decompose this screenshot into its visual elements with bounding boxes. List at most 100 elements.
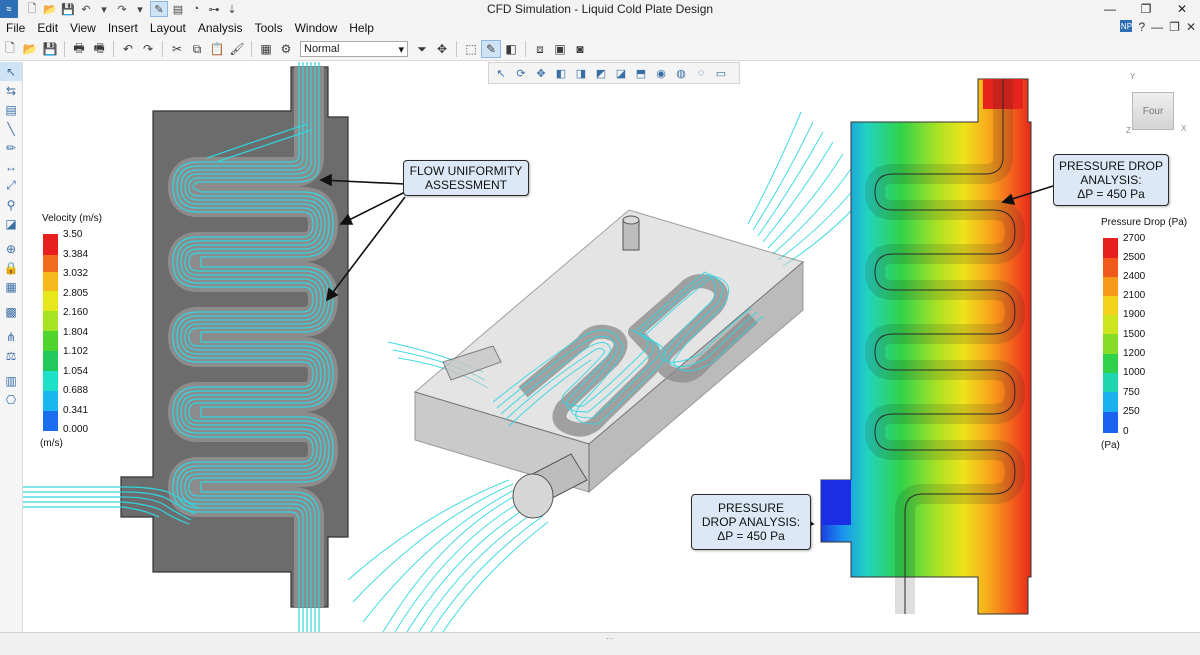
adjust-icon[interactable]: ⚖ [0,346,22,365]
minimize-button[interactable]: — [1092,0,1128,18]
new-file-icon[interactable]: 🗋 [24,2,40,16]
open-folder-icon[interactable]: 📂 [42,2,58,16]
sketch-tool-icon[interactable]: ✎ [150,1,168,17]
network-icon[interactable]: ⋔ [0,327,22,346]
pencil-icon[interactable]: ✏ [0,138,22,157]
display-style-icon[interactable]: ◉ [651,64,671,82]
view-settings-icon[interactable]: ▭ [711,64,731,82]
doc-minimize-icon[interactable]: — [1151,20,1163,34]
view-settings-icon[interactable]: ◙ [570,40,590,58]
appearance-icon[interactable]: ◍ [671,64,691,82]
save-icon[interactable]: 💾 [40,40,60,58]
dimension-icon[interactable]: ↔ [0,157,22,176]
undo-dropdown-icon[interactable]: ▾ [96,2,112,16]
insert-object-icon[interactable]: ⬚ [461,40,481,58]
select-arrow-icon[interactable]: ↖ [0,62,22,81]
close-button[interactable]: ✕ [1164,0,1200,18]
callout-line: FLOW UNIFORMITY [409,164,523,178]
plane-icon[interactable]: ◪ [0,214,22,233]
render-icon[interactable]: ◧ [501,40,521,58]
redo-icon[interactable]: ↷ [138,40,158,58]
report-icon[interactable]: ▥ [0,371,22,390]
view-iso-icon[interactable]: ◪ [611,64,631,82]
menu-bar: File Edit View Insert Layout Analysis To… [0,18,1200,38]
navigation-cube[interactable]: Y X Z Four [1098,72,1186,142]
view-side-icon[interactable]: ◩ [591,64,611,82]
redo-icon[interactable]: ↷ [114,2,130,16]
redo-dropdown-icon[interactable]: ▾ [132,2,148,16]
chart-icon[interactable]: ◔ [188,2,204,16]
measure-icon[interactable]: ⊕ [0,239,22,258]
settings-gear-icon[interactable]: ⚙ [276,40,296,58]
save-icon[interactable]: 💾 [60,2,76,16]
grid-icon[interactable]: ▣ [550,40,570,58]
graphics-viewport[interactable]: Velocity (m/s) 3.50 3.384 3.032 2.805 2.… [23,62,1200,632]
select-arrow-icon[interactable]: ↖ [491,64,511,82]
customize-dropdown-icon[interactable]: ⇣ [224,2,240,16]
toolbar-separator [162,41,163,57]
view-front-icon[interactable]: ◧ [551,64,571,82]
velocity-band [43,331,58,351]
menu-window[interactable]: Window [289,21,344,35]
menu-right-controls: NP ? — ❐ ✕ [1120,20,1196,34]
pointer-tool-icon[interactable]: ✥ [432,40,452,58]
cut-icon[interactable]: ✂ [167,40,187,58]
style-dropdown[interactable]: Normal ▾ [300,41,408,57]
doc-close-icon[interactable]: ✕ [1186,20,1196,34]
window-controls: — ❐ ✕ [1092,0,1200,18]
open-icon[interactable]: 📂 [20,40,40,58]
pressure-legend-label: 1500 [1123,329,1146,340]
sketch-mode-icon[interactable]: ✎ [481,40,501,58]
properties-icon[interactable]: ▦ [256,40,276,58]
menu-layout[interactable]: Layout [144,21,192,35]
box-select-icon[interactable]: ▤ [0,100,22,119]
pressure-legend-label: 2400 [1123,271,1146,282]
line-tool-icon[interactable]: ╲ [0,119,22,138]
maximize-button[interactable]: ❐ [1128,0,1164,18]
filter-icon[interactable]: ⏷ [412,40,432,58]
new-icon[interactable]: 🗋 [0,40,20,58]
rotate-view-icon[interactable]: ⟳ [511,64,531,82]
menu-insert[interactable]: Insert [102,21,144,35]
menu-file[interactable]: File [0,21,31,35]
undo-icon[interactable]: ↶ [78,2,94,16]
mesh-icon[interactable]: ▦ [0,277,22,296]
copy-icon[interactable]: ⧉ [187,40,207,58]
share-icon[interactable]: ⎔ [0,390,22,409]
connection-icon[interactable]: ⊶ [206,2,222,16]
callout-line: PRESSURE [717,501,785,515]
pressure-band [1103,296,1118,315]
report-icon[interactable]: ▤ [170,2,186,16]
app-logo-icon[interactable]: ≈ [0,0,18,18]
title-bar: ≈ 🗋 📂 💾 ↶ ▾ ↷ ▾ ✎ ▤ ◔ ⊶ ⇣ CFD Simulation… [0,0,1200,18]
format-painter-icon[interactable]: 🖌 [227,40,247,58]
pan-view-icon[interactable]: ✥ [531,64,551,82]
doc-restore-icon[interactable]: ❐ [1169,20,1180,34]
image-icon[interactable]: ▩ [0,302,22,321]
chevron-down-icon: ▾ [398,43,404,56]
callout-line: ΔP = 450 Pa [717,529,785,543]
section-view-icon[interactable]: ⬒ [631,64,651,82]
lock-icon[interactable]: 🔒 [0,258,22,277]
menu-view[interactable]: View [64,21,102,35]
probe-icon[interactable]: ⚲ [0,195,22,214]
menu-tools[interactable]: Tools [249,21,289,35]
scene-icon[interactable]: ◌ [691,64,711,82]
layers-icon[interactable]: ⧈ [530,40,550,58]
menu-edit[interactable]: Edit [31,21,64,35]
print-icon[interactable]: 🖶 [69,40,89,58]
resize-grip-icon[interactable]: ⋯ [606,634,614,643]
paste-icon[interactable]: 📋 [207,40,227,58]
undo-icon[interactable]: ↶ [118,40,138,58]
navcube-face[interactable]: Four [1132,92,1174,130]
help-icon[interactable]: ? [1138,20,1145,34]
print-preview-icon[interactable]: 🖷 [89,40,109,58]
view-toolbar: ↖ ⟳ ✥ ◧ ◨ ◩ ◪ ⬒ ◉ ◍ ◌ ▭ [488,62,740,84]
menu-analysis[interactable]: Analysis [192,21,249,35]
view-top-icon[interactable]: ◨ [571,64,591,82]
menu-help[interactable]: Help [343,21,380,35]
move-tool-icon[interactable]: ⇆ [0,81,22,100]
np-badge[interactable]: NP [1120,20,1133,32]
vector-icon[interactable]: ⤢ [0,176,22,195]
velocity-legend-title: Velocity (m/s) [42,213,103,224]
